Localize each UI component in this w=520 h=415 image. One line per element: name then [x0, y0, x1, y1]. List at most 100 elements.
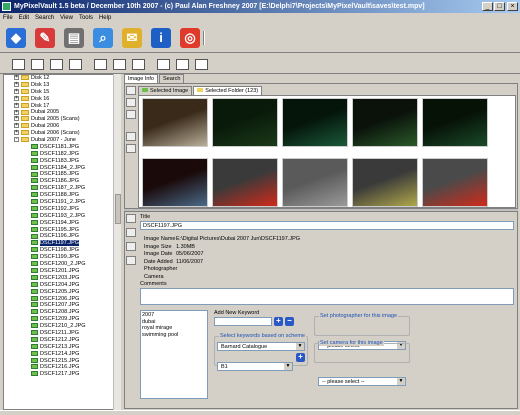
expand-toggle-icon[interactable]: +	[14, 109, 19, 115]
tree-file-item[interactable]: DSCF1209.JPG	[4, 316, 120, 323]
forward-icon[interactable]	[126, 228, 136, 237]
tree-file-item[interactable]: DSCF1212.JPG	[4, 337, 120, 344]
vault-button[interactable]: ◆	[4, 25, 28, 51]
tree-file-item[interactable]: DSCF1183.JPG	[4, 158, 120, 165]
folder-tree[interactable]: + Disk 12 + Disk 13 + Disk 15 + Disk 16 + Disk 17…	[3, 74, 121, 410]
tab-selected-image[interactable]: Selected Image	[138, 86, 193, 95]
tree-file-item[interactable]: DSCF1193_2.JPG	[4, 213, 120, 220]
tree-folder-item[interactable]: + Dubai 2006 (Scans)	[4, 130, 120, 137]
remove-keyword-button[interactable]: −	[285, 317, 294, 326]
info-button[interactable]: i	[149, 25, 173, 51]
new-keyword-input[interactable]	[214, 317, 272, 326]
tree-file-item[interactable]: DSCF1201.JPG	[4, 268, 120, 275]
keyword-list[interactable]: 2007 dubai royal mirage swimming pool	[140, 310, 208, 399]
tree-file-item[interactable]: DSCF1199.JPG	[4, 254, 120, 261]
scheme-select[interactable]: Barnard Catalogue ▼	[217, 342, 305, 351]
expand-toggle-icon[interactable]: +	[14, 116, 19, 122]
tree-file-item[interactable]: DSCF1181.JPG	[4, 144, 120, 151]
tree-folder-item[interactable]: - Dubai 2007 - June	[4, 137, 120, 144]
zoom-image-button[interactable]	[174, 56, 190, 72]
image-icon[interactable]	[126, 132, 136, 141]
expand-toggle-icon[interactable]: +	[14, 88, 19, 94]
thumbnail[interactable]	[422, 158, 488, 207]
tree-scroll-thumb[interactable]	[115, 194, 121, 224]
lifebuoy-button[interactable]: ◎	[178, 25, 202, 51]
comments-field[interactable]	[140, 288, 514, 305]
expand-toggle-icon[interactable]: +	[14, 130, 19, 136]
tree-scrollbar[interactable]	[113, 74, 121, 410]
new-image-button[interactable]	[10, 56, 26, 72]
back-icon[interactable]	[126, 214, 136, 223]
thumbnail[interactable]	[212, 98, 278, 147]
print-button[interactable]: ▤	[62, 25, 86, 51]
tree-file-item[interactable]: DSCF1214.JPG	[4, 351, 120, 358]
expand-toggle-icon[interactable]: +	[14, 81, 19, 87]
tree-file-item[interactable]: DSCF1198.JPG	[4, 247, 120, 254]
tree-file-item[interactable]: DSCF1211.JPG	[4, 330, 120, 337]
tree-file-item[interactable]: DSCF1195.JPG	[4, 227, 120, 234]
app-icon[interactable]	[2, 2, 11, 11]
folder-edit-button[interactable]: ✉	[120, 25, 144, 51]
expand-toggle-icon[interactable]: +	[14, 102, 19, 108]
thumbnail[interactable]	[422, 98, 488, 147]
thumbnail[interactable]	[352, 158, 418, 207]
tree-file-item[interactable]: DSCF1213.JPG	[4, 344, 120, 351]
tree-file-item[interactable]: DSCF1188.JPG	[4, 192, 120, 199]
menu-tools[interactable]: Tools	[76, 15, 96, 21]
copy-icon[interactable]	[126, 86, 136, 95]
edit-image-button[interactable]	[29, 56, 45, 72]
thumbnail[interactable]	[352, 98, 418, 147]
maximize-button[interactable]: □	[494, 2, 505, 11]
gallery-button[interactable]	[92, 56, 108, 72]
tree-file-item[interactable]: DSCF1192.JPG	[4, 206, 120, 213]
tree-file-item[interactable]: DSCF1208.JPG	[4, 309, 120, 316]
tree-file-item[interactable]: DSCF1184_2.JPG	[4, 165, 120, 172]
close-button[interactable]: ×	[507, 2, 518, 11]
tree-file-item[interactable]: DSCF1206.JPG	[4, 296, 120, 303]
tree-file-item[interactable]: DSCF1210_2.JPG	[4, 323, 120, 330]
tree-file-item[interactable]: DSCF1204.JPG	[4, 282, 120, 289]
tree-file-item[interactable]: DSCF1191_2.JPG	[4, 199, 120, 206]
thumbnail[interactable]	[282, 98, 348, 147]
add-keyword-button[interactable]: +	[274, 317, 283, 326]
scheme-keyword-select[interactable]: B1 ▼	[217, 362, 293, 371]
paste-icon[interactable]	[126, 98, 136, 107]
tree-file-item[interactable]: DSCF1207.JPG	[4, 302, 120, 309]
add-scheme-keyword-button[interactable]: +	[296, 353, 305, 362]
tab-search[interactable]: Search	[159, 74, 185, 83]
camera-select[interactable]: -- please select -- ▼	[318, 377, 406, 386]
thumbnail[interactable]	[142, 158, 208, 207]
tree-file-item[interactable]: DSCF1185.JPG	[4, 171, 120, 178]
tab-image-info[interactable]: Image Info	[124, 74, 158, 83]
menu-help[interactable]: Help	[96, 15, 114, 21]
thumbnail[interactable]	[212, 158, 278, 207]
magnifier-button[interactable]: ⌕	[91, 25, 115, 51]
tab-selected-folder[interactable]: Selected Folder (123)	[193, 86, 263, 95]
tree-file-item[interactable]: DSCF1200_2.JPG	[4, 261, 120, 268]
window-title-bar[interactable]: MyPixelVault 1.5 beta / December 10th 20…	[0, 0, 520, 13]
refresh-icon[interactable]	[126, 110, 136, 119]
tree-folder-item[interactable]: + Disk 15	[4, 88, 120, 96]
thumbnail-grid[interactable]	[138, 95, 516, 208]
menu-edit[interactable]: Edit	[16, 15, 32, 21]
tree-file-item[interactable]: DSCF1186.JPG	[4, 178, 120, 185]
menu-file[interactable]: File	[0, 15, 16, 21]
tree-file-item[interactable]: DSCF1203.JPG	[4, 275, 120, 282]
menu-view[interactable]: View	[57, 15, 76, 21]
tree-folder-item[interactable]: + Disk 13	[4, 81, 120, 89]
tree-file-item[interactable]: DSCF1216.JPG	[4, 364, 120, 371]
tree-folder-item[interactable]: + Disk 16	[4, 95, 120, 103]
tree-file-item[interactable]: DSCF1196.JPG	[4, 233, 120, 240]
filmstrip-button[interactable]	[193, 56, 209, 72]
tree-file-item[interactable]: DSCF1187_2.JPG	[4, 185, 120, 192]
tree-folder-item[interactable]: + Disk 17	[4, 102, 120, 110]
keyword-item[interactable]: swimming pool	[142, 332, 206, 339]
expand-toggle-icon[interactable]: +	[14, 95, 19, 101]
tree-folder-item[interactable]: + Disk 12	[4, 75, 120, 82]
expand-toggle-icon[interactable]: -	[14, 137, 19, 143]
menu-search[interactable]: Search	[32, 15, 57, 21]
target-icon[interactable]	[126, 242, 136, 251]
title-input[interactable]: DSCF1197.JPG	[140, 221, 514, 230]
tree-file-item[interactable]: DSCF1205.JPG	[4, 289, 120, 296]
export-button[interactable]	[130, 56, 146, 72]
